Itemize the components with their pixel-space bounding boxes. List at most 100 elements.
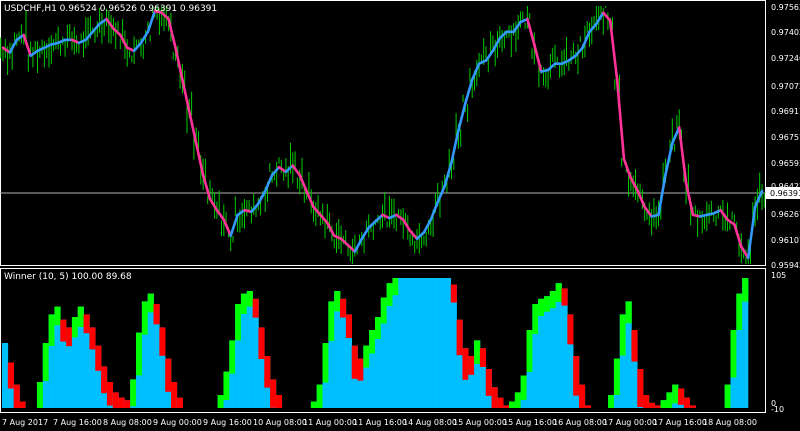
oscillator-edge [106,382,114,406]
oscillator-edge [66,327,73,347]
oscillator-edge [608,395,615,408]
oscillator-bar [409,278,417,408]
oscillator-edge [561,288,568,306]
oscillator-edge [375,317,382,339]
oscillator-edge [42,343,49,381]
oscillator-edge [456,319,463,356]
indicator-title: Winner (10, 5) 100.00 89.68 [4,272,132,282]
oscillator-edge [316,384,323,408]
oscillator-edge [450,284,457,303]
oscillator-edge [252,298,259,318]
oscillator-edge [491,387,498,408]
price-label: 0.96107 [771,236,800,245]
oscillator-edge [462,348,469,380]
oscillator-edge [153,304,160,325]
oscillator-edge [264,356,271,388]
oscillator-edge [246,291,253,307]
oscillator-edge [118,397,125,408]
indicator-level-label: -10 [771,405,784,414]
oscillator-edge [555,283,562,302]
price-label: 0.95942 [771,261,800,270]
oscillator-edge [474,340,481,364]
chart-canvas[interactable]: USDCHF,H1 0.96524 0.96526 0.96391 0.9639… [0,0,800,431]
oscillator-edge [666,392,673,408]
time-label: 10 Aug 08:00 [253,418,307,427]
oscillator-edge [36,382,44,408]
oscillator-edge [328,301,335,341]
oscillator-edge [363,345,370,368]
price-label: 0.97246 [771,54,800,63]
oscillator-bar [398,278,405,408]
oscillator-edge [147,293,154,313]
oscillator-edge [217,395,224,408]
oscillator-edge [258,327,265,359]
time-label: 8 Aug 08:00 [103,418,152,427]
oscillator-edge [532,304,539,334]
oscillator-edge [730,330,737,378]
time-label: 14 Aug 08:00 [403,418,457,427]
oscillator-edge [689,405,696,408]
oscillator-edge [229,340,236,374]
oscillator-edge [648,402,656,408]
oscillator-edge [578,384,586,408]
time-label: 17 Aug 00:00 [603,418,657,427]
oscillator-edge [77,306,84,327]
oscillator-bar [2,343,9,408]
oscillator-edge [497,397,504,408]
oscillator-edge [631,330,638,362]
oscillator-edge [683,397,691,408]
oscillator-bar [404,278,411,408]
time-label: 9 Aug 00:00 [153,418,202,427]
oscillator-edge [520,375,527,400]
time-label: 15 Aug 16:00 [503,418,557,427]
symbol-title: USDCHF,H1 0.96524 0.96526 0.96391 0.9639… [4,4,217,14]
oscillator-edge [83,314,90,334]
oscillator-edge [19,401,26,408]
oscillator-edge [538,298,545,316]
oscillator-edge [643,395,650,408]
trading-chart[interactable]: USDCHF,H1 0.96524 0.96526 0.96391 0.9639… [0,0,800,431]
price-label: 0.97072 [771,82,800,91]
oscillator-edge [48,314,55,346]
oscillator-edge [7,362,14,389]
time-axis: 7 Aug 2017 7 Aug 16:00 8 Aug 08:00 9 Aug… [2,418,757,427]
oscillator-edge [672,384,679,404]
oscillator-edge [141,301,149,335]
oscillator-edge [340,298,347,318]
price-label: 0.96917 [771,107,800,116]
oscillator-edge [724,384,731,408]
oscillator-edge [334,291,341,312]
oscillator-edge [654,405,661,408]
oscillator-edge [351,345,358,379]
oscillator-edge [386,283,393,306]
oscillator-edge [89,327,96,350]
oscillator-edge [736,293,743,330]
oscillator-edge [357,358,364,381]
oscillator-bar [415,278,422,408]
oscillator-bar [439,278,446,408]
oscillator-edge [223,371,230,400]
oscillator-edge [101,366,108,394]
oscillator-edge [130,379,137,407]
time-label: 16 Aug 08:00 [553,418,607,427]
indicator-level-label: 105 [771,271,786,280]
oscillator-edge [322,343,329,383]
oscillator-edge [479,348,487,367]
oscillator-edge [509,401,516,408]
oscillator-edge [637,369,644,407]
oscillator-edge [485,369,492,396]
time-label: 11 Aug 00:00 [303,418,357,427]
oscillator-edge [619,314,626,356]
oscillator-edge [124,400,131,408]
oscillator-edge [95,345,102,371]
oscillator-edge [625,301,632,324]
price-label: 0.96592 [771,159,800,168]
oscillator-edge [678,388,685,405]
oscillator-edge [468,356,475,375]
time-label: 17 Aug 16:00 [653,418,707,427]
oscillator-edge [503,405,510,408]
oscillator-edge [159,327,166,356]
oscillator-edge [112,392,119,408]
oscillator-edge [165,358,172,392]
oscillator-edge [275,395,283,408]
